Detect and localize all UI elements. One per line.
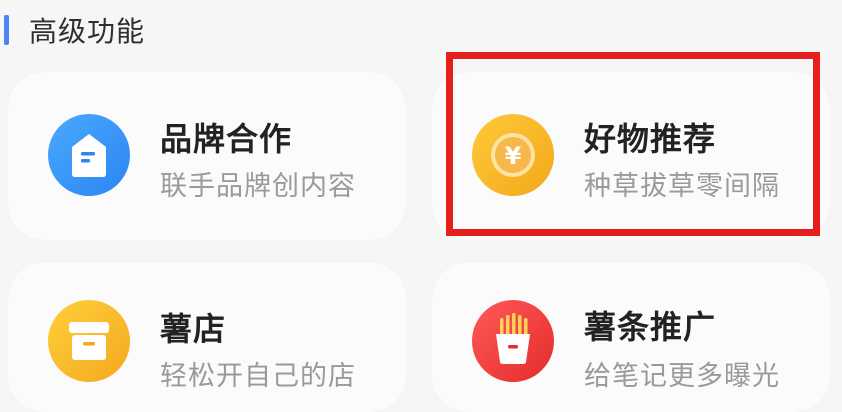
feature-card-promotion[interactable]: 薯条推广 给笔记更多曝光 [432, 262, 830, 412]
yen-coin-icon: ¥ [472, 114, 554, 196]
section-accent-bar [4, 15, 9, 45]
feature-card-brand-cooperation[interactable]: 品牌合作 联手品牌创内容 [8, 72, 406, 240]
card-subtitle: 给笔记更多曝光 [584, 361, 780, 392]
card-title: 好物推荐 [584, 120, 717, 158]
document-tag-icon [48, 114, 130, 196]
section-title: 高级功能 [29, 15, 146, 48]
card-subtitle: 种草拔草零间隔 [584, 171, 780, 202]
card-title: 品牌合作 [160, 120, 293, 158]
feature-card-shop[interactable]: 薯店 轻松开自己的店 [8, 262, 406, 412]
feature-card-product-recommendation[interactable]: ¥ 好物推荐 种草拔草零间隔 [432, 72, 830, 240]
fries-icon [472, 300, 554, 382]
card-subtitle: 轻松开自己的店 [160, 361, 356, 392]
card-title: 薯条推广 [584, 308, 717, 346]
card-subtitle: 联手品牌创内容 [160, 171, 356, 202]
coin-symbol: ¥ [505, 142, 522, 170]
store-box-icon [48, 300, 130, 382]
card-title: 薯店 [160, 310, 227, 348]
section-header: 高级功能 [0, 8, 145, 52]
